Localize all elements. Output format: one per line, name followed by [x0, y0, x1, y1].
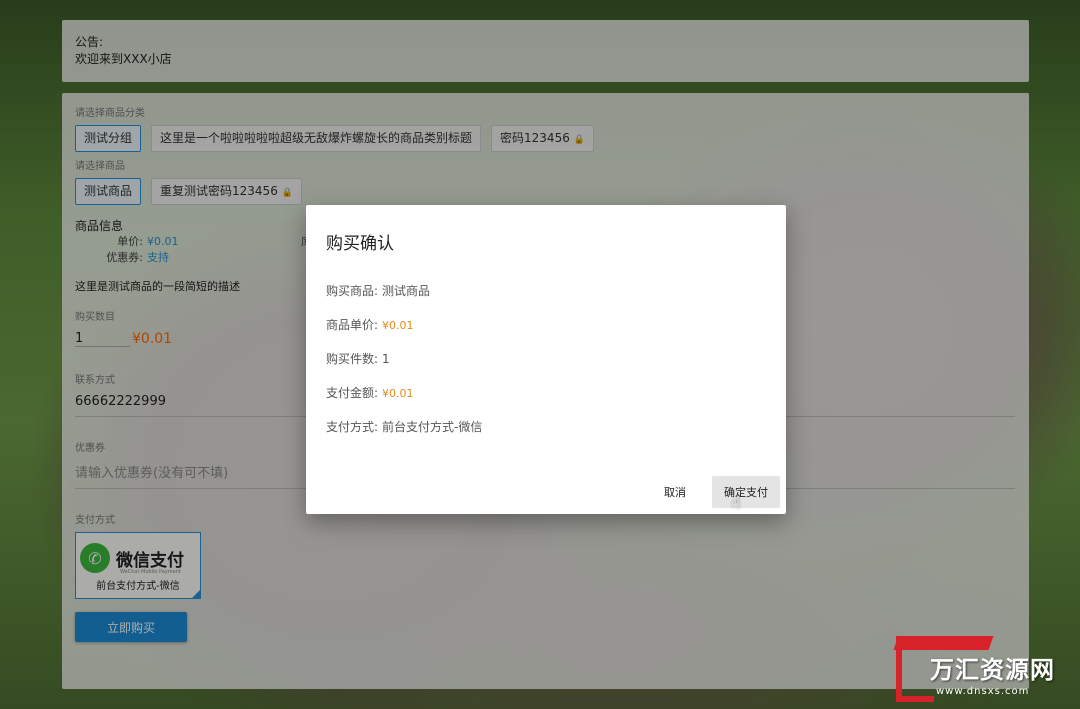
cancel-button[interactable]: 取消: [652, 476, 698, 508]
dialog-row-value: 前台支付方式-微信: [382, 420, 483, 434]
dialog-row-product: 购买商品: 测试商品: [326, 282, 766, 316]
watermark-logo: 万汇资源网 www.dnsxs.com: [893, 636, 1071, 704]
dialog-row-quantity: 购买件数: 1: [326, 350, 766, 384]
watermark-text: 万汇资源网: [930, 656, 1055, 684]
hand-cursor-icon: ☝: [731, 493, 741, 512]
dialog-title: 购买确认: [326, 234, 394, 254]
dialog-row-value: ¥0.01: [382, 387, 414, 400]
purchase-confirm-dialog: 购买确认 购买商品: 测试商品 商品单价: ¥0.01 购买件数: 1 支付金额: ¥0…: [306, 205, 786, 514]
dialog-row-label: 购买件数:: [326, 352, 379, 366]
dialog-row-payment-method: 支付方式: 前台支付方式-微信: [326, 418, 766, 452]
dialog-row-value: 测试商品: [382, 284, 431, 298]
dialog-actions: 取消 确定支付: [652, 476, 780, 508]
dialog-row-label: 商品单价:: [326, 318, 379, 332]
dialog-row-amount: 支付金额: ¥0.01: [326, 384, 766, 418]
dialog-row-label: 支付方式:: [326, 420, 379, 434]
dialog-row-label: 支付金额:: [326, 386, 379, 400]
dialog-row-unit-price: 商品单价: ¥0.01: [326, 316, 766, 350]
watermark-url: www.dnsxs.com: [936, 686, 1030, 697]
dialog-row-label: 购买商品:: [326, 284, 379, 298]
confirm-pay-button[interactable]: 确定支付: [712, 476, 780, 508]
dialog-row-value: ¥0.01: [382, 319, 414, 332]
dialog-row-value: 1: [382, 352, 390, 366]
watermark-bar-icon: [893, 636, 994, 650]
